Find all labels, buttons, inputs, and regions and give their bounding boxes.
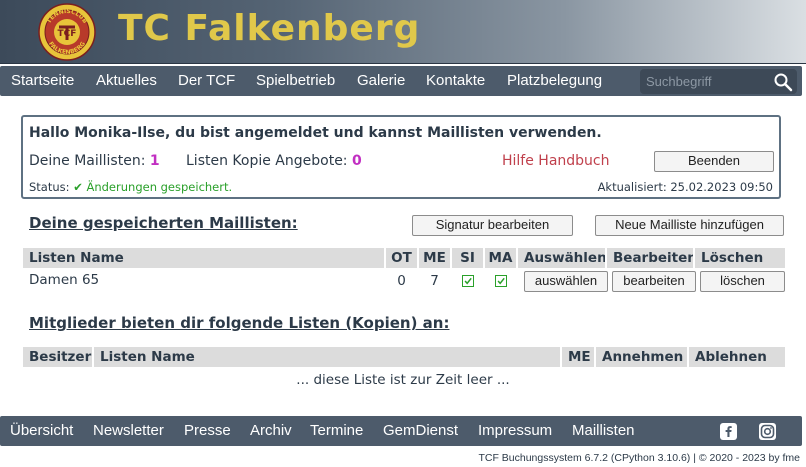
- user-info-panel: Hallo Monika-Ilse, du bist angemeldet un…: [21, 115, 781, 199]
- club-logo[interactable]: TENNISCLUB FALKENBERG TCF: [36, 3, 98, 61]
- nav-item-der-tcf[interactable]: Der TCF: [178, 72, 235, 89]
- footer-item-termine[interactable]: Termine: [310, 422, 363, 439]
- edit-list-button[interactable]: bearbeiten: [612, 271, 696, 292]
- column-header-offer-me: ME: [562, 347, 594, 367]
- copy-offers-count: 0: [351, 153, 362, 169]
- my-lists-info: Deine Maillisten: 1: [29, 153, 160, 169]
- logout-button[interactable]: Beenden: [654, 151, 774, 172]
- nav-item-kontakte[interactable]: Kontakte: [426, 72, 485, 89]
- copy-offers-label: Listen Kopie Angebote:: [186, 153, 348, 169]
- search-icon[interactable]: [773, 72, 793, 92]
- saved-lists-title: Deine gespeicherten Maillisten:: [29, 214, 298, 232]
- nav-item-startseite[interactable]: Startseite: [11, 72, 74, 89]
- column-header-me: ME: [419, 248, 450, 268]
- search-box: [640, 69, 797, 94]
- nav-item-aktuelles[interactable]: Aktuelles: [96, 72, 157, 89]
- footer-item-gemdienst[interactable]: GemDienst: [383, 422, 458, 439]
- list-name-cell: Damen 65: [29, 272, 100, 288]
- empty-list-message: ... diese Liste ist zur Zeit leer ...: [296, 372, 510, 388]
- column-header-offer-list-name: Listen Name: [94, 347, 560, 367]
- logo-text-center: TCF: [58, 29, 77, 39]
- column-header-si: SI: [452, 248, 483, 268]
- delete-list-button[interactable]: löschen: [700, 271, 785, 292]
- footer-item-presse[interactable]: Presse: [184, 422, 231, 439]
- site-header: TENNISCLUB FALKENBERG TCF TC Falkenberg: [0, 0, 806, 64]
- footer-credits: TCF Buchungssystem 6.7.2 (CPython 3.10.6…: [478, 452, 800, 464]
- footer-item-archiv[interactable]: Archiv: [250, 422, 292, 439]
- column-header-decline: Ablehnen: [689, 347, 785, 367]
- greeting-text: Hallo Monika-Ilse, du bist angemeldet un…: [29, 125, 602, 141]
- select-list-button[interactable]: auswählen: [524, 271, 608, 292]
- column-header-list-name: Listen Name: [23, 248, 384, 268]
- nav-item-spielbetrieb[interactable]: Spielbetrieb: [256, 72, 335, 89]
- edit-signature-button[interactable]: Signatur bearbeiten: [412, 215, 573, 236]
- main-nav: Startseite Aktuelles Der TCF Spielbetrie…: [0, 66, 802, 96]
- nav-item-platzbelegung[interactable]: Platzbelegung: [507, 72, 602, 89]
- me-cell: 7: [430, 273, 439, 289]
- footer-nav: Übersicht Newsletter Presse Archiv Termi…: [0, 416, 802, 446]
- my-lists-count: 1: [149, 153, 160, 169]
- column-header-owner: Besitzer: [23, 347, 92, 367]
- footer-item-maillisten[interactable]: Maillisten: [572, 422, 635, 439]
- facebook-icon[interactable]: [720, 423, 737, 440]
- ma-checkbox-icon[interactable]: [495, 275, 507, 287]
- column-header-edit: Bearbeiten: [607, 248, 693, 268]
- last-updated: Aktualisiert: 25.02.2023 09:50: [597, 180, 773, 194]
- status-line: Status: ✔ Änderungen gespeichert.: [29, 180, 232, 194]
- offers-title: Mitglieder bieten dir folgende Listen (K…: [29, 314, 450, 332]
- column-header-ma: MA: [485, 248, 516, 268]
- column-header-select: Auswählen: [518, 248, 605, 268]
- footer-item-newsletter[interactable]: Newsletter: [93, 422, 164, 439]
- instagram-icon[interactable]: [759, 423, 776, 440]
- search-input[interactable]: [646, 72, 764, 91]
- site-title: TC Falkenberg: [118, 8, 421, 49]
- column-header-accept: Annehmen: [596, 347, 687, 367]
- nav-item-galerie[interactable]: Galerie: [357, 72, 405, 89]
- column-header-ot: OT: [386, 248, 417, 268]
- add-maillist-button[interactable]: Neue Mailliste hinzufügen: [595, 215, 784, 236]
- footer-item-impressum[interactable]: Impressum: [478, 422, 552, 439]
- column-header-delete: Löschen: [695, 248, 785, 268]
- copy-offers-info: Listen Kopie Angebote: 0: [186, 153, 362, 169]
- si-checkbox-icon[interactable]: [462, 275, 474, 287]
- footer-item-uebersicht[interactable]: Übersicht: [10, 422, 73, 439]
- help-manual-link[interactable]: Hilfe Handbuch: [502, 153, 610, 169]
- status-label: Status:: [29, 180, 70, 194]
- my-lists-label: Deine Maillisten:: [29, 153, 146, 169]
- status-message: ✔ Änderungen gespeichert.: [73, 180, 233, 194]
- ot-cell: 0: [397, 273, 406, 289]
